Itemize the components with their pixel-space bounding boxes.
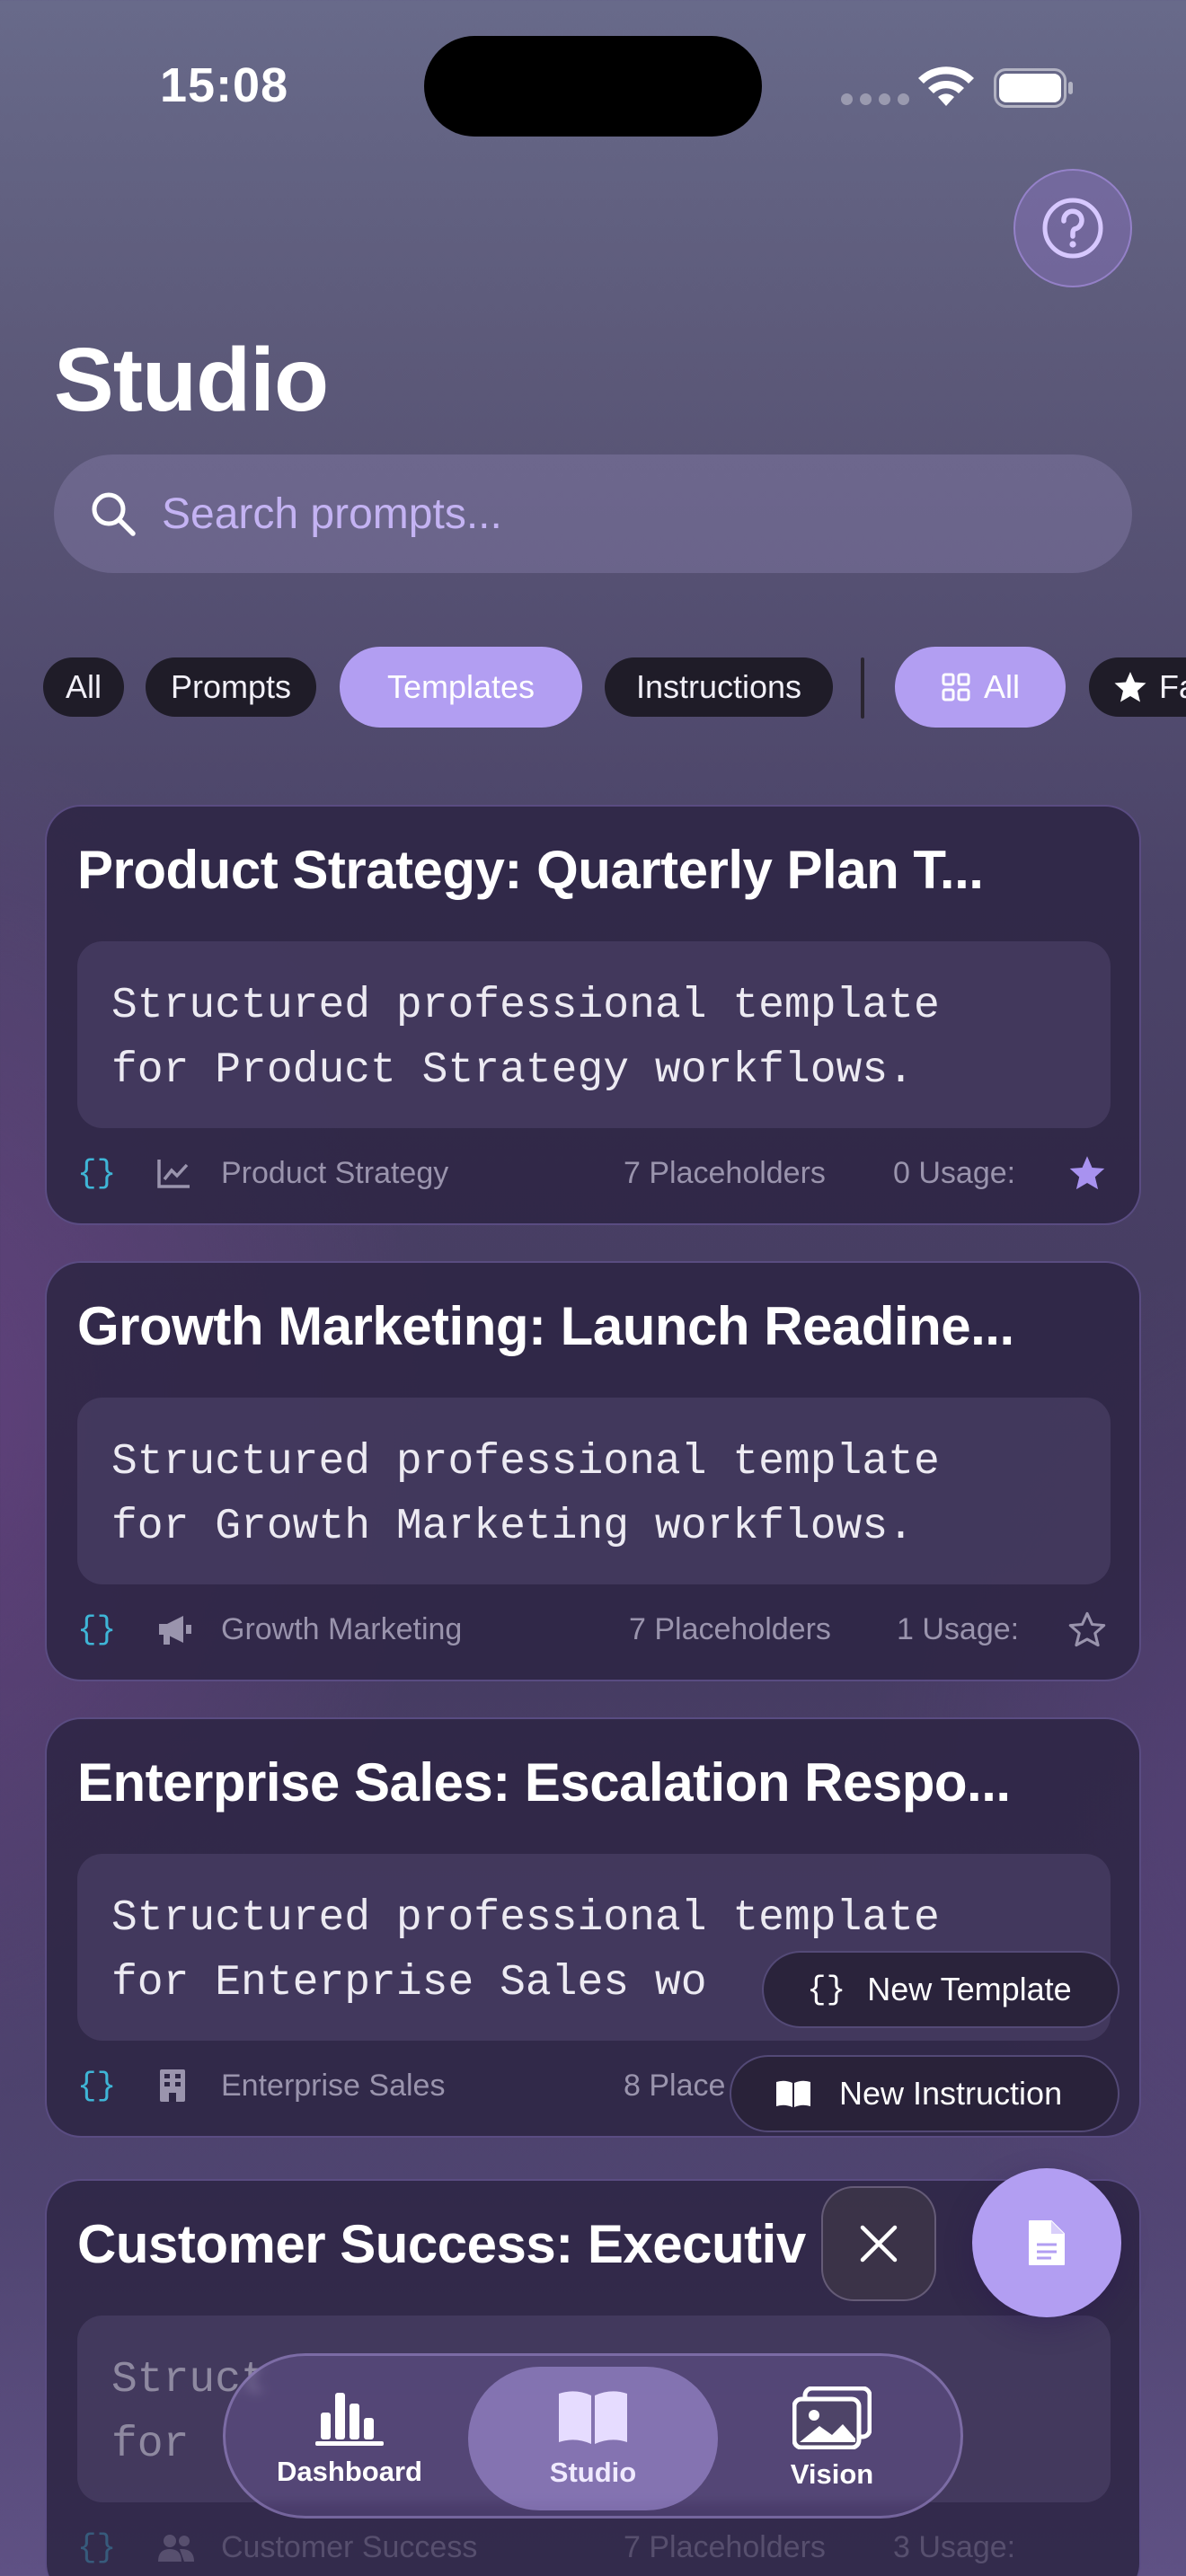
card-usage: 3 Usage: — [893, 2529, 1016, 2564]
card-title: Customer Success: Executiv — [77, 2214, 806, 2274]
card-category: Growth Marketing — [221, 1611, 463, 1646]
help-button[interactable] — [1013, 169, 1132, 287]
tab-label: Vision — [790, 2458, 874, 2490]
card-category: Enterprise Sales — [221, 2068, 446, 2103]
new-instruction-label: New Instruction — [839, 2075, 1063, 2112]
card-meta: {} Growth Marketing 7 Placeholders 1 Usa… — [77, 1604, 1111, 1654]
card-placeholders: 7 Placeholders — [624, 2529, 826, 2564]
template-card[interactable]: Product Strategy: Quarterly Plan T... St… — [45, 805, 1141, 1225]
star-filled-icon — [1114, 672, 1146, 702]
star-filled-icon[interactable] — [1067, 1148, 1111, 1198]
card-meta: {} Customer Success 7 Placeholders 3 Usa… — [77, 2522, 1111, 2572]
chip-templates[interactable]: Templates — [340, 647, 582, 728]
battery-icon — [994, 68, 1073, 108]
building-icon — [156, 2060, 196, 2111]
card-description: Structured professional template for Pro… — [77, 941, 1111, 1128]
book-icon — [776, 2080, 810, 2107]
card-category: Customer Success — [221, 2529, 478, 2564]
wifi-icon — [918, 66, 974, 106]
card-description-line: Structured professional template — [111, 1894, 940, 1943]
card-description-line: for Growth Marketing workflows. — [111, 1503, 914, 1551]
card-placeholders: 8 Place — [624, 2068, 726, 2103]
document-icon — [1029, 2220, 1065, 2265]
cellular-signal-icon — [841, 93, 909, 105]
template-type-icon: {} — [77, 2067, 117, 2104]
card-placeholders: 7 Placeholders — [629, 1611, 831, 1646]
new-instruction-button[interactable]: New Instruction — [730, 2055, 1120, 2132]
filter-chips: All Prompts Templates Instructions All F… — [43, 647, 1186, 728]
tab-label: Studio — [549, 2457, 637, 2488]
card-placeholders: 7 Placeholders — [624, 1155, 826, 1190]
card-description-line: Structured professional template — [111, 982, 940, 1030]
tab-dashboard[interactable]: Dashboard — [252, 2356, 447, 2521]
chip-favorites[interactable]: Fa — [1089, 657, 1186, 717]
card-title: Product Strategy: Quarterly Plan T... — [77, 840, 984, 900]
chip-divider — [861, 657, 864, 719]
page-title: Studio — [54, 330, 329, 430]
template-type-icon: {} — [807, 1971, 846, 2008]
search-bar[interactable] — [54, 454, 1132, 573]
tab-studio[interactable]: Studio — [468, 2367, 718, 2510]
card-category: Product Strategy — [221, 1155, 449, 1190]
new-template-button[interactable]: {} New Template — [762, 1951, 1120, 2028]
close-menu-button[interactable] — [821, 2186, 936, 2301]
photos-icon — [792, 2386, 872, 2449]
star-outline-icon[interactable] — [1067, 1604, 1111, 1654]
tab-vision[interactable]: Vision — [738, 2356, 926, 2521]
card-meta: {} Product Strategy 7 Placeholders 0 Usa… — [77, 1148, 1111, 1198]
chip-all[interactable]: All — [43, 657, 124, 717]
template-type-icon: {} — [77, 1154, 117, 1192]
card-title: Growth Marketing: Launch Readine... — [77, 1296, 1014, 1356]
book-icon — [559, 2391, 627, 2444]
chip-view-all[interactable]: All — [895, 647, 1066, 728]
status-time: 15:08 — [160, 58, 289, 112]
template-type-icon: {} — [77, 1610, 117, 1648]
card-usage: 1 Usage: — [897, 1611, 1020, 1646]
search-icon — [92, 492, 136, 536]
chip-instructions[interactable]: Instructions — [605, 657, 833, 717]
chip-favorites-label: Fa — [1159, 668, 1186, 705]
dynamic-island — [424, 36, 762, 137]
new-template-label: New Template — [867, 1971, 1072, 2007]
card-description-line: Structured professional template — [111, 1438, 940, 1486]
bar-chart-icon — [315, 2393, 384, 2446]
chart-line-icon — [156, 1148, 196, 1198]
people-icon — [156, 2522, 196, 2572]
chip-prompts[interactable]: Prompts — [146, 657, 316, 717]
card-description-line: for Product Strategy workflows. — [111, 1046, 914, 1095]
tab-label: Dashboard — [277, 2456, 422, 2487]
tab-bar: Dashboard Studio Vision — [223, 2353, 963, 2519]
card-title: Enterprise Sales: Escalation Respo... — [77, 1752, 1011, 1813]
chip-view-all-label: All — [983, 668, 1020, 705]
create-document-button[interactable] — [972, 2168, 1121, 2317]
card-description: Structured professional template for Gro… — [77, 1398, 1111, 1584]
search-input[interactable] — [162, 489, 1060, 539]
megaphone-icon — [156, 1604, 196, 1654]
question-mark-icon — [1042, 198, 1103, 259]
template-card[interactable]: Growth Marketing: Launch Readine... Stru… — [45, 1261, 1141, 1681]
template-type-icon: {} — [77, 2528, 117, 2566]
close-icon — [860, 2225, 898, 2263]
grid-icon — [942, 673, 970, 701]
card-usage: 0 Usage: — [893, 1155, 1016, 1190]
